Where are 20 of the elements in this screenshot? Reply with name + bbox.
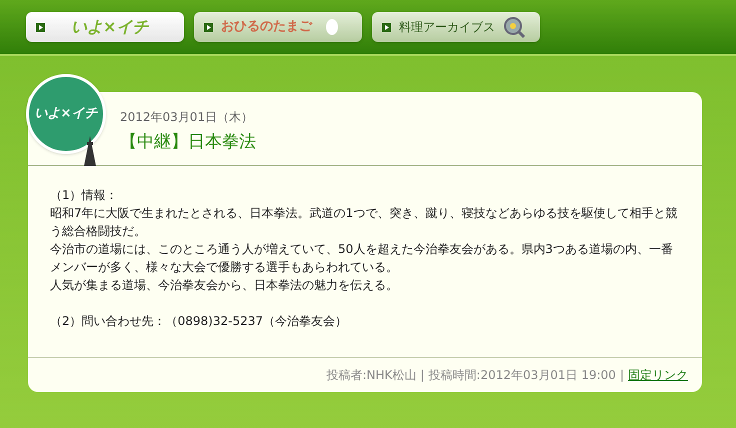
- post-title: 【中継】日本拳法: [120, 131, 257, 154]
- contact-text: （2）問い合わせ先：（0898)32-5237（今治拳友会）: [50, 313, 348, 330]
- paragraph: 昭和7年に大阪で生まれたとされる、日本拳法。武道の1つで、突き、蹴り、寝技などあらゆる技を駆使して相手と競う総合格闘技だ。: [50, 205, 678, 240]
- author-text: 投稿者:NHK松山: [326, 367, 416, 384]
- logo-text: いよ×イチ: [34, 105, 98, 124]
- tower-icon: [84, 136, 96, 166]
- paragraph: （1）情報：: [50, 187, 119, 204]
- nav-tab[interactable]: 料理アーカイブス: [372, 12, 540, 42]
- search-icon: [503, 16, 525, 38]
- egg-icon: [326, 19, 338, 35]
- paragraph: 今治市の道場には、このところ通う人が増えていて、50人を超えた今治拳友会がある。県内3つある道場の内、一番メンバーが多く、様々な大会で優勝する選手もあらわれている。: [50, 241, 674, 276]
- paragraph: 人気が集まる道場、今治拳友会から、日本拳法の魅力を伝える。: [50, 277, 399, 294]
- play-icon: [36, 22, 45, 32]
- post-date: 2012年03月01日（木）: [120, 109, 254, 126]
- permalink[interactable]: 固定リンク: [628, 366, 688, 384]
- separator: |: [420, 367, 424, 384]
- posted-time: 投稿時間:2012年03月01日 19:00: [428, 367, 616, 384]
- play-icon: [204, 22, 213, 32]
- separator: |: [620, 367, 624, 384]
- play-icon: [382, 22, 391, 32]
